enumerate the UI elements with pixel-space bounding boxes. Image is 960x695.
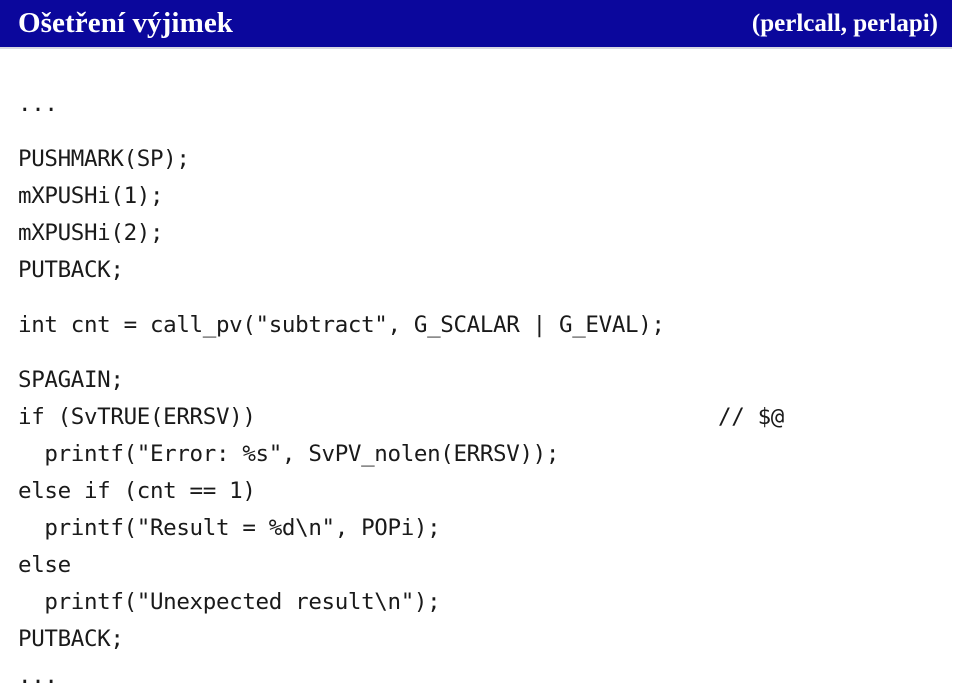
code-line-text: int cnt = call_pv("subtract", G_SCALAR |… (18, 312, 665, 338)
code-line-text: else if (cnt == 1) (18, 478, 256, 504)
code-line-text: printf("Result = %d\n", POPi); (18, 515, 441, 541)
code-line: PUTBACK; (18, 252, 948, 289)
page-title: Ošetření výjimek (18, 7, 234, 39)
code-line: mXPUSHi(2); (18, 215, 948, 252)
code-block: ... PUSHMARK(SP); mXPUSHi(1); mXPUSHi(2); PU… (18, 86, 948, 695)
slide-reference-subtitle: (perlcall, perlapi) (751, 10, 938, 37)
code-line-text: PUSHMARK(SP); (18, 146, 190, 172)
code-line-text: if (SvTRUE(ERRSV)) (18, 404, 256, 430)
code-line-text: mXPUSHi(1); (18, 183, 164, 209)
code-line: else if (cnt == 1) (18, 473, 948, 510)
code-line: ... (18, 86, 948, 123)
code-line-text: printf("Error: %s", SvPV_nolen(ERRSV)); (18, 441, 560, 467)
code-line-text: ... (18, 91, 58, 117)
code-line: PUSHMARK(SP); (18, 141, 948, 178)
code-line: SPAGAIN; (18, 362, 948, 399)
code-line-text: PUTBACK; (18, 257, 124, 283)
code-line: ... (18, 658, 948, 695)
code-line: PUTBACK; (18, 621, 948, 658)
code-line: else (18, 547, 948, 584)
code-line: printf("Unexpected result\n"); (18, 584, 948, 621)
code-line-text: printf("Unexpected result\n"); (18, 589, 441, 615)
code-line: printf("Result = %d\n", POPi); (18, 510, 948, 547)
code-line-text: PUTBACK; (18, 626, 124, 652)
code-line-comment: // $@ (718, 404, 784, 430)
code-line: mXPUSHi(1); (18, 178, 948, 215)
code-line-text: else (18, 552, 71, 578)
code-line: printf("Error: %s", SvPV_nolen(ERRSV)); (18, 436, 948, 473)
code-line-text: mXPUSHi(2); (18, 220, 164, 246)
header-divider (0, 47, 952, 49)
code-line: int cnt = call_pv("subtract", G_SCALAR |… (18, 307, 948, 344)
slide-header: Ošetření výjimek (perlcall, perlapi) (0, 0, 952, 47)
code-line-text: SPAGAIN; (18, 367, 124, 393)
code-line-text: ... (18, 663, 58, 689)
code-line: if (SvTRUE(ERRSV)) // $@ (18, 399, 948, 436)
